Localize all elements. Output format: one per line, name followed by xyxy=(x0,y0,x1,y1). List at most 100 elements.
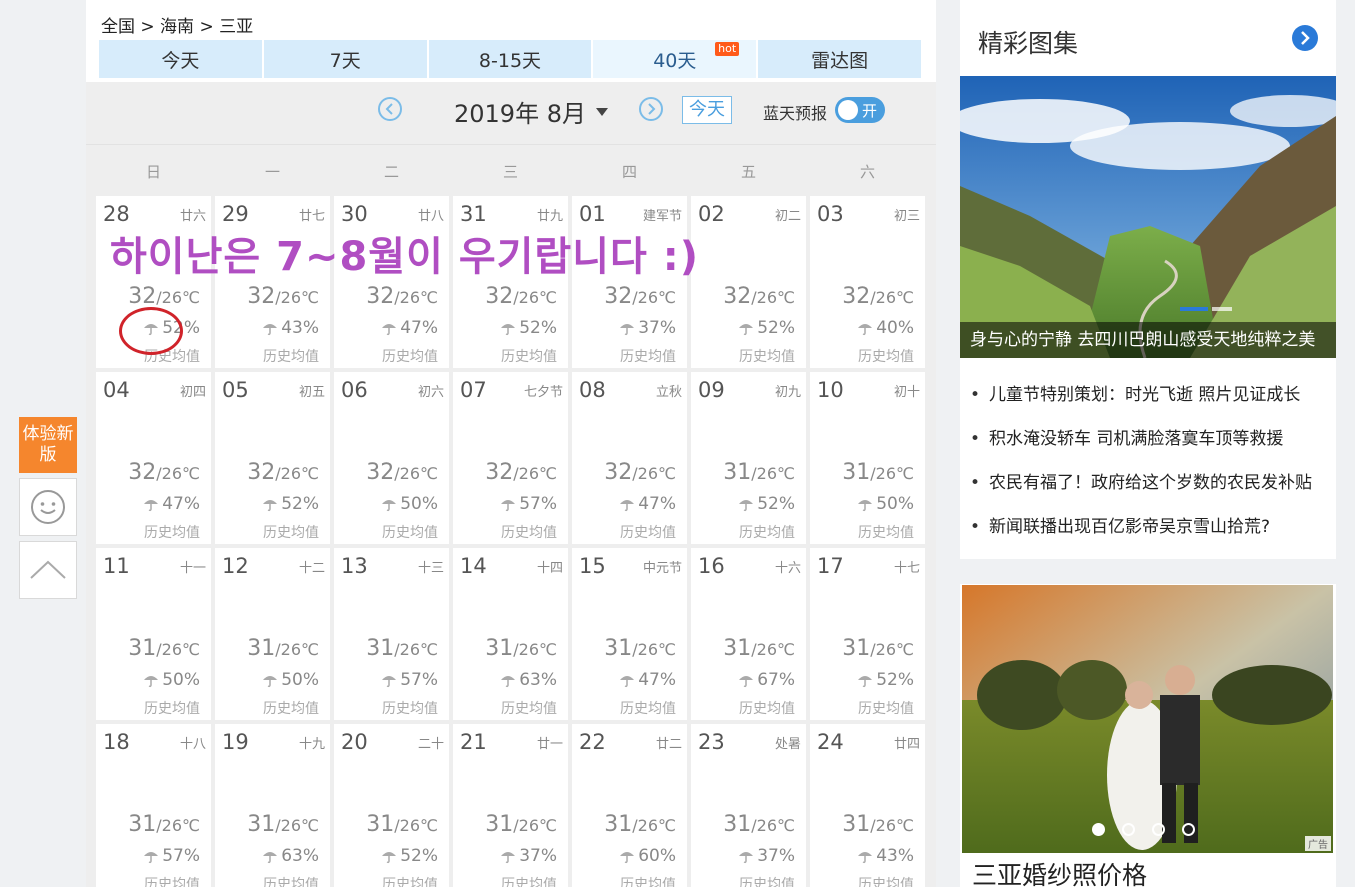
day-number: 01 xyxy=(579,202,606,226)
tab-8-15-days[interactable]: 8-15天 xyxy=(428,40,592,78)
day-cell[interactable]: 04 初四 32/26℃ 47% 历史均值 xyxy=(96,372,211,544)
rain-value: 67% xyxy=(757,670,795,690)
temp-high: 31 xyxy=(604,636,633,661)
day-cell[interactable]: 10 初十 31/26℃ 50% 历史均值 xyxy=(810,372,925,544)
day-cell[interactable]: 23 处暑 31/26℃ 37% 历史均值 xyxy=(691,724,806,887)
day-number: 12 xyxy=(222,554,249,578)
umbrella-icon xyxy=(144,500,159,512)
temp-low: /26℃ xyxy=(275,816,319,835)
historical-average-label: 历史均值 xyxy=(620,349,676,365)
back-to-top-button[interactable] xyxy=(19,541,77,599)
news-item[interactable]: 新闻联播出现百亿影帝吴京雪山拾荒? xyxy=(970,512,1312,556)
temp-low: /26℃ xyxy=(394,816,438,835)
historical-average-label: 历史均值 xyxy=(858,701,914,717)
day-cell[interactable]: 07 七夕节 32/26℃ 57% 历史均值 xyxy=(453,372,568,544)
month-nav: 2019年 8月 今天 蓝天预报 开 xyxy=(86,82,936,144)
main-panel: 全国 > 海南 > 三亚 今天 7天 8-15天 40天 hot 雷达图 201… xyxy=(86,0,936,887)
caret-down-icon xyxy=(595,108,608,116)
next-month-button[interactable] xyxy=(639,97,663,121)
day-cell[interactable]: 11 十一 31/26℃ 50% 历史均值 xyxy=(96,548,211,720)
rain-probability: 57% xyxy=(143,846,200,866)
temperature: 31/26℃ xyxy=(247,636,319,661)
day-cell[interactable]: 01 建军节 32/26℃ 37% 历史均值 xyxy=(572,196,687,368)
day-cell[interactable]: 12 十二 31/26℃ 50% 历史均值 xyxy=(215,548,330,720)
ad-panel: 广告 三亚婚纱照价格 xyxy=(960,584,1336,887)
gallery-caption[interactable]: 身与心的宁静 去四川巴朗山感受天地纯粹之美 xyxy=(960,322,1336,358)
month-selector[interactable]: 2019年 8月 xyxy=(454,94,608,129)
news-item[interactable]: 积水淹没轿车 司机满脸落寞车顶等救援 xyxy=(970,424,1312,468)
news-item[interactable]: 农民有福了！政府给这个岁数的农民发补贴 xyxy=(970,468,1312,512)
day-cell[interactable]: 09 初九 31/26℃ 52% 历史均值 xyxy=(691,372,806,544)
day-cell[interactable]: 17 十七 31/26℃ 52% 历史均值 xyxy=(810,548,925,720)
day-cell[interactable]: 21 廿一 31/26℃ 37% 历史均值 xyxy=(453,724,568,887)
day-number: 03 xyxy=(817,202,844,226)
tab-radar[interactable]: 雷达图 xyxy=(758,40,921,78)
day-cell[interactable]: 31 廿九 32/26℃ 52% 历史均值 xyxy=(453,196,568,368)
day-cell[interactable]: 19 十九 31/26℃ 63% 历史均值 xyxy=(215,724,330,887)
day-number: 05 xyxy=(222,378,249,402)
day-cell[interactable]: 16 十六 31/26℃ 67% 历史均值 xyxy=(691,548,806,720)
rain-probability: 50% xyxy=(262,670,319,690)
day-cell[interactable]: 03 初三 32/26℃ 40% 历史均值 xyxy=(810,196,925,368)
gallery-photo[interactable]: 身与心的宁静 去四川巴朗山感受天地纯粹之美 xyxy=(960,76,1336,358)
day-cell[interactable]: 08 立秋 32/26℃ 47% 历史均值 xyxy=(572,372,687,544)
lunar-date: 中元节 xyxy=(642,561,682,576)
temp-high: 31 xyxy=(604,812,633,837)
rain-probability: 47% xyxy=(381,318,438,338)
day-cell[interactable]: 14 十四 31/26℃ 63% 历史均值 xyxy=(453,548,568,720)
day-cell[interactable]: 15 中元节 31/26℃ 47% 历史均值 xyxy=(572,548,687,720)
today-button[interactable]: 今天 xyxy=(682,96,732,124)
gallery-more-button[interactable] xyxy=(1292,25,1318,51)
rain-value: 47% xyxy=(638,494,676,514)
day-cell[interactable]: 06 初六 32/26℃ 50% 历史均值 xyxy=(334,372,449,544)
day-number: 23 xyxy=(698,730,725,754)
ad-tag[interactable]: 广告 xyxy=(1305,836,1331,851)
temperature: 32/26℃ xyxy=(366,284,438,309)
breadcrumb[interactable]: 全国 > 海南 > 三亚 xyxy=(101,12,253,37)
temp-low: /26℃ xyxy=(156,464,200,483)
day-cell[interactable]: 24 廿四 31/26℃ 43% 历史均值 xyxy=(810,724,925,887)
temp-high: 31 xyxy=(366,812,395,837)
rain-probability: 57% xyxy=(381,670,438,690)
feedback-button[interactable] xyxy=(19,478,77,536)
tab-40-days[interactable]: 40天 hot xyxy=(593,40,757,78)
temp-low: /26℃ xyxy=(394,464,438,483)
try-new-version-button[interactable]: 体验新版 xyxy=(19,417,77,473)
umbrella-icon xyxy=(144,852,159,864)
day-number: 09 xyxy=(698,378,725,402)
lunar-date: 初十 xyxy=(893,385,920,400)
day-cell[interactable]: 05 初五 32/26℃ 52% 历史均值 xyxy=(215,372,330,544)
day-cell[interactable]: 20 二十 31/26℃ 52% 历史均值 xyxy=(334,724,449,887)
carousel-dot[interactable] xyxy=(1152,823,1165,836)
day-cell[interactable]: 29 廿七 32/26℃ 43% 历史均值 xyxy=(215,196,330,368)
day-cell[interactable]: 02 初二 32/26℃ 52% 历史均值 xyxy=(691,196,806,368)
news-item[interactable]: 儿童节特别策划：时光飞逝 照片见证成长 xyxy=(970,380,1312,424)
ad-title[interactable]: 三亚婚纱照价格 xyxy=(972,856,1147,887)
day-cell[interactable]: 18 十八 31/26℃ 57% 历史均值 xyxy=(96,724,211,887)
carousel-dot[interactable] xyxy=(1092,823,1105,836)
rain-probability: 37% xyxy=(619,318,676,338)
day-number: 14 xyxy=(460,554,487,578)
temp-high: 32 xyxy=(723,284,752,309)
day-cell[interactable]: 30 廿八 32/26℃ 47% 历史均值 xyxy=(334,196,449,368)
day-cell[interactable]: 13 十三 31/26℃ 57% 历史均值 xyxy=(334,548,449,720)
carousel-dot[interactable] xyxy=(1182,823,1195,836)
lunar-date: 廿六 xyxy=(179,209,206,224)
temp-high: 31 xyxy=(723,636,752,661)
rain-value: 37% xyxy=(638,318,676,338)
temp-low: /26℃ xyxy=(751,288,795,307)
lunar-date: 廿八 xyxy=(417,209,444,224)
temperature: 31/26℃ xyxy=(723,460,795,485)
weekday-label: 六 xyxy=(859,163,875,181)
tab-today[interactable]: 今天 xyxy=(99,40,262,78)
umbrella-icon xyxy=(501,676,516,688)
historical-average-label: 历史均值 xyxy=(382,525,438,541)
ad-image[interactable]: 广告 xyxy=(962,585,1333,853)
carousel-dot[interactable] xyxy=(1122,823,1135,836)
prev-month-button[interactable] xyxy=(378,97,402,121)
bluesky-toggle[interactable]: 开 xyxy=(835,97,885,123)
annotation-text: 하이난은 7~8월이 우기랍니다 :) xyxy=(110,234,700,280)
temp-high: 31 xyxy=(723,460,752,485)
tab-7-days[interactable]: 7天 xyxy=(263,40,427,78)
day-cell[interactable]: 22 廿二 31/26℃ 60% 历史均值 xyxy=(572,724,687,887)
